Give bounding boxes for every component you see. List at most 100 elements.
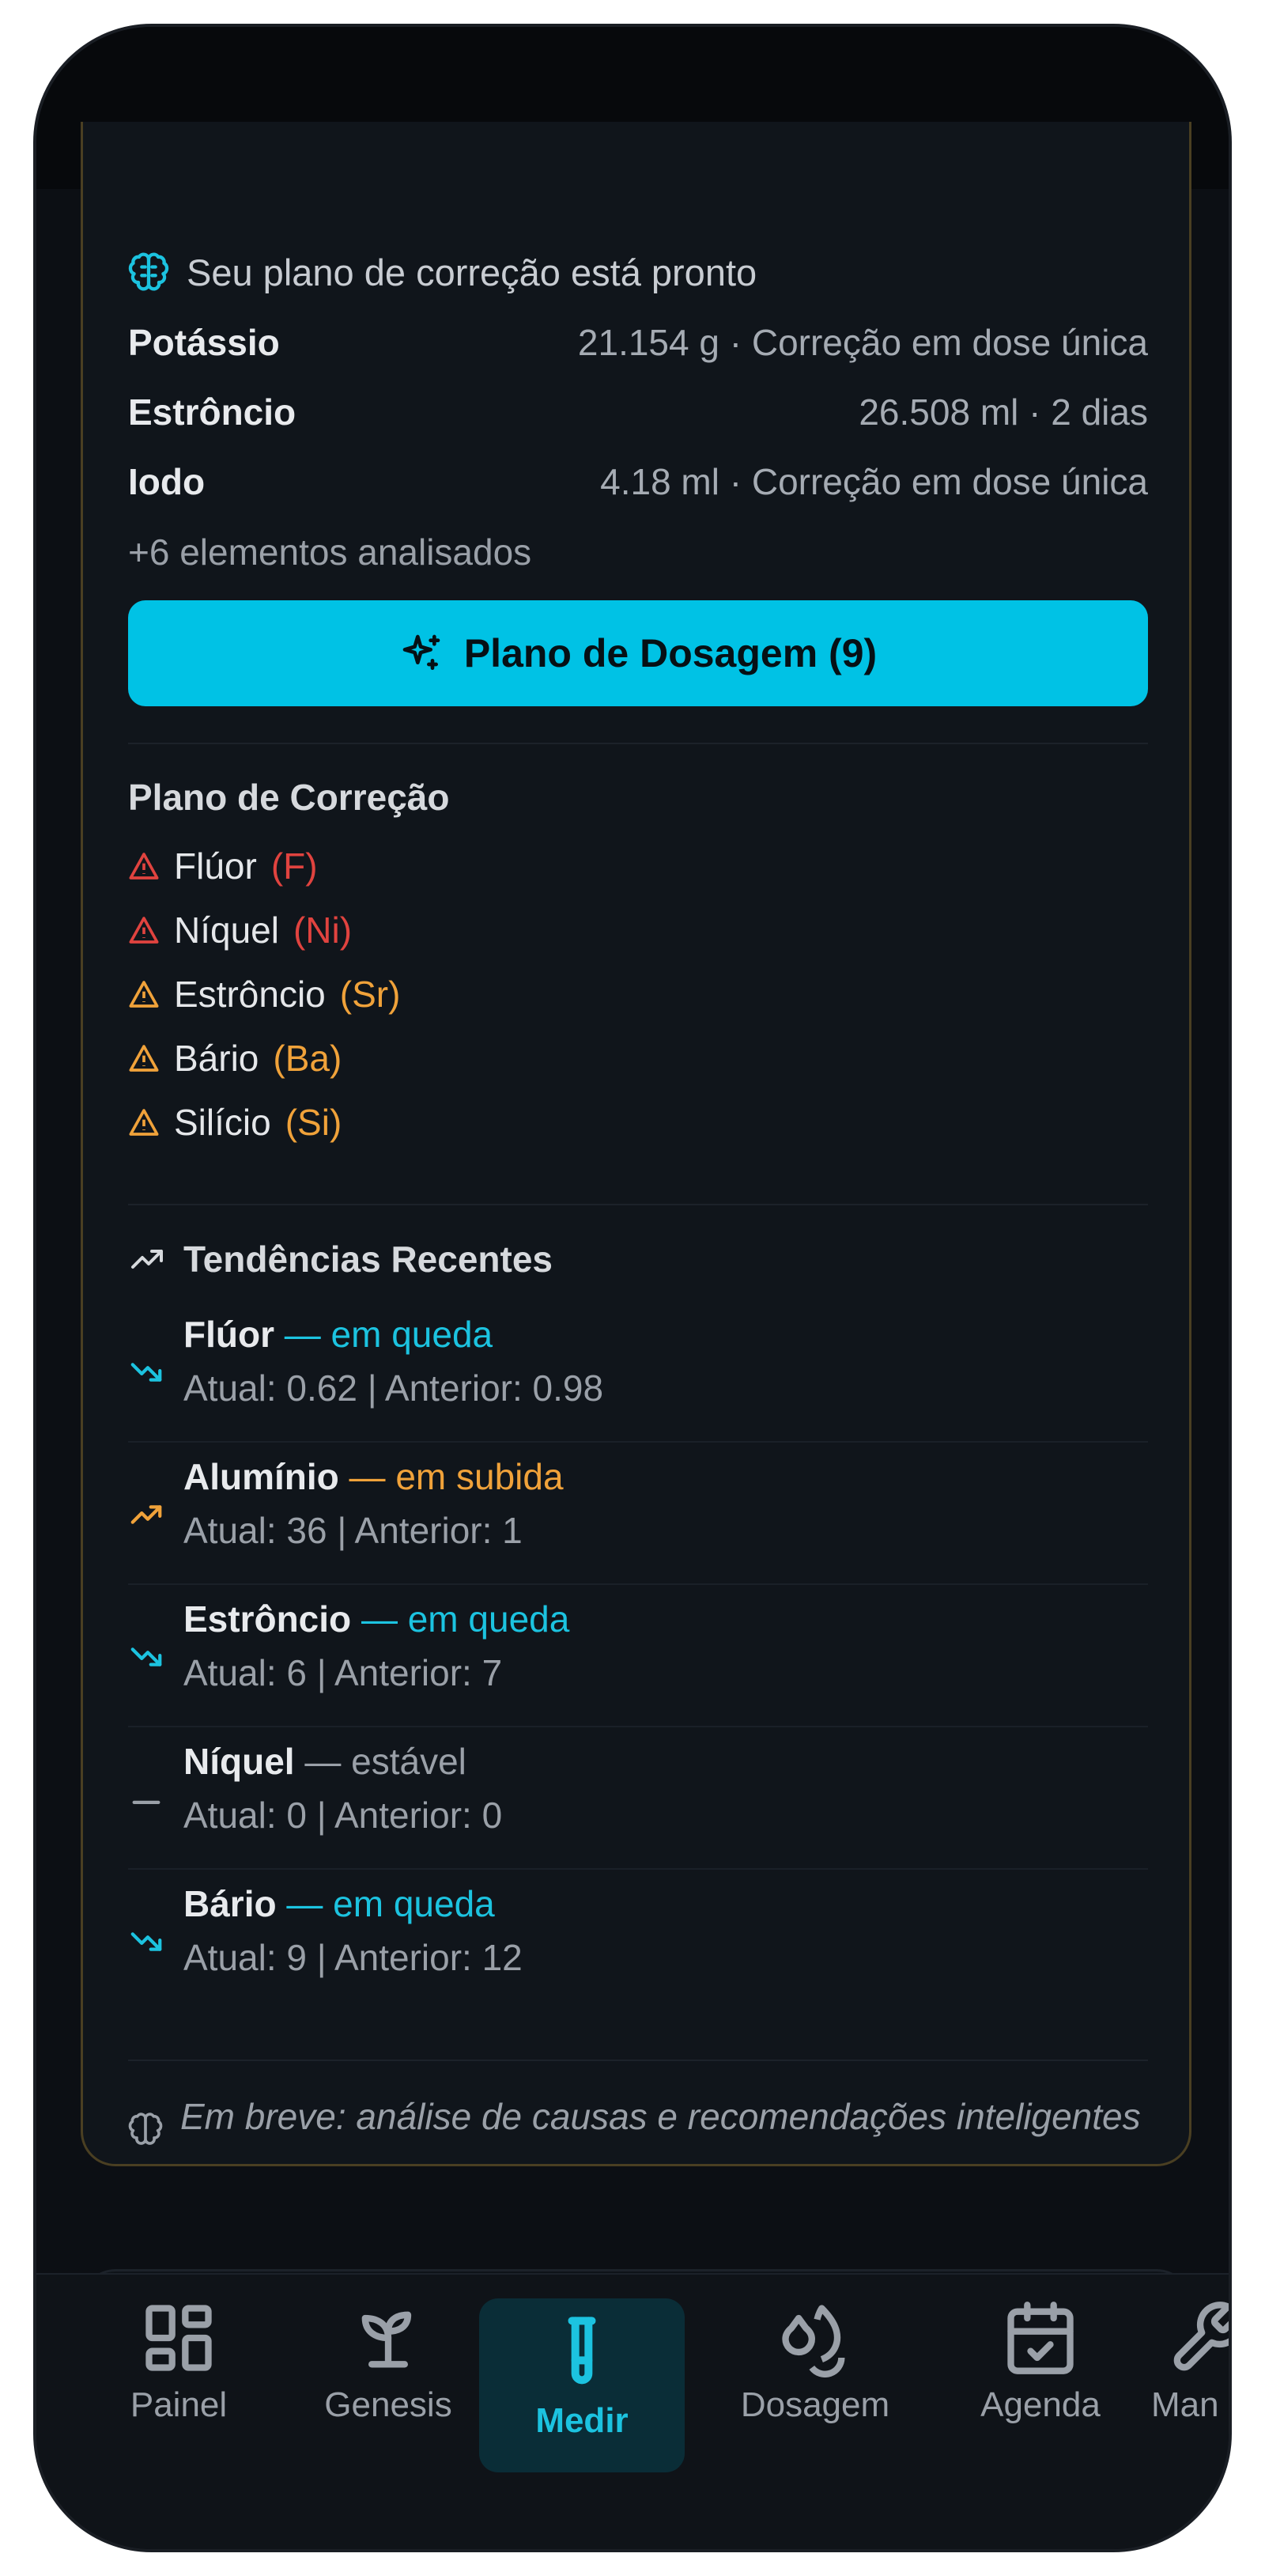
nav-item-medir[interactable]: Medir	[479, 2298, 685, 2472]
trend-element-name: Níquel	[183, 1741, 295, 1782]
trend-stable-icon	[132, 1800, 160, 1804]
warning-icon	[129, 852, 159, 879]
trend-status: — em subida	[349, 1456, 564, 1497]
divider	[128, 743, 1148, 744]
correction-plan-title-text: Plano de Correção	[128, 777, 450, 818]
trend-down-icon	[130, 1932, 162, 1951]
phone-frame: Seu plano de correção está pronto Potáss…	[33, 24, 1232, 2552]
trend-heading: Flúor — em queda	[183, 1313, 493, 1356]
nav-label: Medir	[535, 2401, 629, 2440]
divider	[128, 1204, 1148, 1205]
trend-status: — em queda	[284, 1314, 493, 1355]
calendar-check-icon	[1007, 2302, 1074, 2374]
correction-item: Bário (Ba)	[128, 1026, 1148, 1090]
dosage-plan-button[interactable]: Plano de Dosagem (9)	[128, 600, 1148, 706]
coming-soon-text: Em breve: análise de causas e recomendaç…	[180, 2096, 1141, 2137]
correction-element-name: Silício	[174, 1101, 271, 1143]
trend-item: Flúor — em queda Atual: 0.62 | Anterior:…	[128, 1300, 1148, 1443]
trend-element-name: Estrôncio	[183, 1598, 352, 1640]
trend-status: — em queda	[286, 1883, 495, 1924]
summary-value: 21.154 g · Correção em dose única	[577, 322, 1148, 363]
correction-element-name: Estrôncio	[174, 973, 326, 1015]
trend-list: Flúor — em queda Atual: 0.62 | Anterior:…	[128, 1300, 1148, 2012]
summary-label: Estrôncio	[128, 392, 296, 433]
trend-values: Atual: 9 | Anterior: 12	[183, 1937, 523, 1978]
summary-list: Potássio 21.154 g · Correção em dose úni…	[128, 308, 1148, 588]
correction-element-name: Níquel	[174, 909, 279, 951]
correction-element-symbol: (Ni)	[293, 909, 353, 951]
bottom-nav: Painel Genesis Medir Dosagem Agenda Man	[36, 2273, 1229, 2549]
nav-label: Dosagem	[740, 2385, 890, 2424]
trend-heading: Alumínio — em subida	[183, 1455, 564, 1498]
recent-trends-title: Tendências Recentes	[128, 1225, 1148, 1293]
nav-label: Painel	[130, 2385, 228, 2424]
correction-item: Estrôncio (Sr)	[128, 962, 1148, 1026]
nav-label: Agenda	[980, 2385, 1101, 2424]
nav-item-agenda[interactable]: Agenda	[946, 2298, 1135, 2472]
trend-item: Níquel — estável Atual: 0 | Anterior: 0	[128, 1727, 1148, 1870]
trend-item: Estrôncio — em queda Atual: 6 | Anterior…	[128, 1585, 1148, 1727]
nav-item-painel[interactable]: Painel	[92, 2298, 266, 2472]
correction-list: Flúor (F) Níquel (Ni) Estrôncio (Sr) Bár…	[128, 834, 1148, 1154]
correction-item: Níquel (Ni)	[128, 898, 1148, 962]
nav-label: Genesis	[324, 2385, 452, 2424]
trend-status: — estável	[304, 1741, 466, 1782]
droplets-icon	[782, 2305, 845, 2377]
test-tube-icon	[568, 2317, 596, 2385]
correction-element-symbol: (Si)	[285, 1101, 342, 1143]
summary-row: Iodo 4.18 ml · Correção em dose única	[128, 447, 1148, 516]
nav-item-manutencao[interactable]: Man	[1151, 2298, 1229, 2472]
trend-element-name: Bário	[183, 1883, 277, 1924]
trend-element-name: Alumínio	[183, 1456, 339, 1497]
grid-icon	[145, 2305, 212, 2371]
brain-icon	[128, 2113, 163, 2145]
plan-ready-header: Seu plano de correção está pronto	[128, 236, 1148, 308]
correction-element-symbol: (Ba)	[273, 1037, 342, 1079]
trend-values: Atual: 6 | Anterior: 7	[183, 1652, 503, 1693]
trend-up-icon	[131, 1250, 163, 1269]
dosage-plan-label: Plano de Dosagem (9)	[463, 631, 878, 675]
summary-label: Iodo	[128, 461, 206, 502]
correction-element-name: Flúor	[174, 845, 257, 887]
plan-ready-text: Seu plano de correção está pronto	[187, 251, 757, 293]
trend-down-icon	[130, 1647, 162, 1666]
more-elements-text: +6 elementos analisados	[128, 531, 532, 573]
warning-icon	[129, 1044, 159, 1072]
wrench-icon	[1173, 2302, 1229, 2371]
recent-trends-title-text: Tendências Recentes	[183, 1239, 553, 1280]
summary-value: 26.508 ml · 2 dias	[859, 392, 1148, 433]
correction-item: Silício (Si)	[128, 1090, 1148, 1154]
coming-soon-note: Em breve: análise de causas e recomendaç…	[128, 2090, 1148, 2147]
brain-icon	[128, 252, 169, 291]
summary-label: Potássio	[128, 322, 280, 363]
trend-item: Alumínio — em subida Atual: 36 | Anterio…	[128, 1443, 1148, 1585]
trend-down-icon	[130, 1363, 162, 1382]
trend-heading: Níquel — estável	[183, 1740, 466, 1783]
trend-element-name: Flúor	[183, 1314, 274, 1355]
correction-element-symbol: (F)	[270, 845, 318, 887]
divider	[128, 2060, 1148, 2061]
summary-value: 4.18 ml · Correção em dose única	[600, 461, 1148, 502]
warning-icon	[129, 980, 159, 1008]
analysis-card: Seu plano de correção está pronto Potáss…	[81, 122, 1191, 2166]
summary-row: Estrôncio 26.508 ml · 2 dias	[128, 377, 1148, 447]
correction-item: Flúor (F)	[128, 834, 1148, 898]
sparkles-icon	[402, 634, 440, 670]
nav-label: Man	[1151, 2385, 1219, 2424]
trend-values: Atual: 0 | Anterior: 0	[183, 1795, 503, 1836]
trend-status: — em queda	[361, 1598, 570, 1640]
warning-icon	[129, 1108, 159, 1136]
correction-element-name: Bário	[174, 1037, 259, 1079]
trend-heading: Bário — em queda	[183, 1882, 495, 1925]
trend-item: Bário — em queda Atual: 9 | Anterior: 12	[128, 1870, 1148, 2012]
trend-heading: Estrôncio — em queda	[183, 1598, 569, 1640]
warning-icon	[129, 916, 159, 944]
trend-up-icon	[130, 1505, 162, 1524]
sprout-icon	[361, 2311, 412, 2368]
trend-values: Atual: 0.62 | Anterior: 0.98	[183, 1367, 604, 1409]
nav-item-dosagem[interactable]: Dosagem	[708, 2298, 922, 2472]
correction-element-symbol: (Sr)	[339, 973, 401, 1015]
nav-item-genesis[interactable]: Genesis	[297, 2298, 479, 2472]
correction-plan-title: Plano de Correção	[128, 762, 1148, 832]
trend-values: Atual: 36 | Anterior: 1	[183, 1510, 523, 1551]
